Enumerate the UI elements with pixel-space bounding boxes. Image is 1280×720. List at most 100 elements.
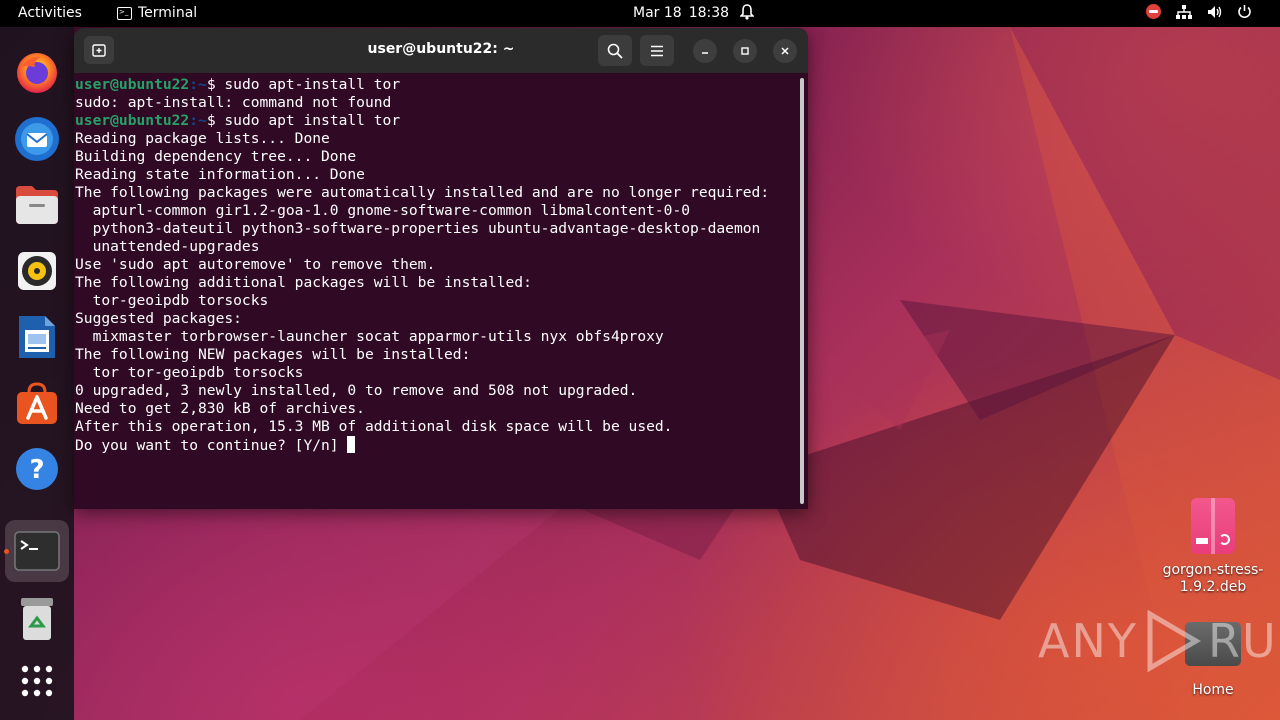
terminal-output-line: The following packages were automaticall… bbox=[75, 184, 800, 202]
app-menu[interactable]: >_ Terminal bbox=[117, 4, 197, 23]
output-text: Need to get 2,830 kB of archives. bbox=[75, 400, 365, 417]
help-icon: ? bbox=[16, 448, 58, 490]
terminal-output-line: Reading package lists... Done bbox=[75, 130, 800, 148]
dock-libreoffice-writer[interactable] bbox=[12, 312, 62, 362]
output-text: After this operation, 15.3 MB of additio… bbox=[75, 418, 673, 435]
bell-icon[interactable] bbox=[739, 4, 755, 26]
system-tray[interactable] bbox=[1146, 4, 1252, 19]
prompt-path: :~ bbox=[189, 112, 207, 129]
home-folder-label: Home bbox=[1192, 682, 1234, 698]
output-text: The following packages were automaticall… bbox=[75, 184, 770, 201]
terminal-output-line: The following NEW packages will be insta… bbox=[75, 346, 800, 364]
do-not-disturb-icon bbox=[1146, 4, 1161, 19]
output-text: The following additional packages will b… bbox=[75, 274, 532, 291]
dock-ubuntu-software[interactable] bbox=[12, 378, 62, 428]
prompt-command: sudo apt-install tor bbox=[224, 76, 401, 93]
prompt-user: user@ubuntu22 bbox=[75, 76, 190, 93]
close-icon bbox=[781, 47, 789, 55]
menu-button[interactable] bbox=[640, 35, 674, 66]
deb-package-icon bbox=[1191, 498, 1235, 554]
watermark-text-right: RUN bbox=[1207, 614, 1280, 668]
terminal-output-line: 0 upgraded, 3 newly installed, 0 to remo… bbox=[75, 382, 800, 400]
app-grid-icon bbox=[21, 665, 53, 697]
output-text: apturl-common gir1.2-goa-1.0 gnome-softw… bbox=[75, 202, 691, 219]
close-button[interactable] bbox=[773, 39, 797, 63]
svg-text:?: ? bbox=[29, 455, 44, 485]
files-icon bbox=[16, 186, 58, 224]
dock-terminal[interactable] bbox=[12, 526, 62, 576]
dock-firefox[interactable] bbox=[12, 48, 62, 98]
output-text: tor-geoipdb torsocks bbox=[75, 292, 269, 309]
maximize-button[interactable] bbox=[733, 39, 757, 63]
prompt-command: sudo apt install tor bbox=[224, 112, 401, 129]
dock-files[interactable] bbox=[12, 180, 62, 230]
maximize-icon bbox=[741, 47, 749, 55]
dock-show-apps[interactable] bbox=[12, 656, 62, 706]
top-bar: Activities >_ Terminal Mar 18 18:38 bbox=[0, 0, 1280, 27]
firefox-icon bbox=[17, 53, 57, 93]
output-text: python3-dateutil python3-software-proper… bbox=[75, 220, 761, 237]
terminal-prompt-line: user@ubuntu22:~$ sudo apt install tor bbox=[75, 112, 800, 130]
play-logo-icon bbox=[1147, 610, 1201, 672]
volume-icon bbox=[1208, 5, 1222, 18]
prompt-user: user@ubuntu22 bbox=[75, 112, 190, 129]
prompt-path: :~ bbox=[189, 76, 207, 93]
search-button[interactable] bbox=[598, 35, 632, 66]
terminal-output-line: python3-dateutil python3-software-proper… bbox=[75, 220, 800, 238]
activities-button[interactable]: Activities bbox=[18, 4, 82, 23]
terminal-output-line: Use 'sudo apt autoremove' to remove them… bbox=[75, 256, 800, 274]
terminal-output-line: The following additional packages will b… bbox=[75, 274, 800, 292]
output-text: sudo: apt-install: command not found bbox=[75, 94, 392, 111]
terminal-output-line: tor tor-geoipdb torsocks bbox=[75, 364, 800, 382]
output-text: The following NEW packages will be insta… bbox=[75, 346, 471, 363]
terminal-output-line: mixmaster torbrowser-launcher socat appa… bbox=[75, 328, 800, 346]
dock-thunderbird[interactable] bbox=[12, 114, 62, 164]
terminal-output-line: Need to get 2,830 kB of archives. bbox=[75, 400, 800, 418]
clock[interactable]: Mar 18 18:38 bbox=[633, 4, 729, 23]
power-icon bbox=[1238, 5, 1251, 19]
rhythmbox-icon bbox=[18, 252, 56, 290]
dock-trash[interactable] bbox=[12, 594, 62, 644]
desktop-file-label: gorgon-stress-1.9.2.deb bbox=[1162, 562, 1264, 595]
terminal-prompt-line: user@ubuntu22:~$ sudo apt-install tor bbox=[75, 76, 800, 94]
terminal-output-line: Suggested packages: bbox=[75, 310, 800, 328]
app-menu-label: Terminal bbox=[138, 5, 198, 21]
text-cursor bbox=[347, 436, 356, 453]
terminal-window[interactable]: user@ubuntu22: ~ user@ubuntu22:~$ sudo a… bbox=[74, 28, 808, 509]
prompt-symbol: $ bbox=[206, 112, 225, 129]
output-text: Do you want to continue? [Y/n] bbox=[75, 437, 348, 454]
dock-rhythmbox[interactable] bbox=[12, 246, 62, 296]
terminal-output-line: Do you want to continue? [Y/n] bbox=[75, 436, 800, 454]
output-text: tor tor-geoipdb torsocks bbox=[75, 364, 304, 381]
output-text: Reading package lists... Done bbox=[75, 130, 330, 147]
trash-icon bbox=[21, 598, 53, 640]
terminal-output-line: Reading state information... Done bbox=[75, 166, 800, 184]
minimize-button[interactable] bbox=[693, 39, 717, 63]
network-icon bbox=[1176, 4, 1192, 19]
clock-date: Mar 18 bbox=[633, 5, 682, 21]
hamburger-icon bbox=[651, 45, 663, 56]
desktop-file-deb[interactable]: gorgon-stress-1.9.2.deb bbox=[1148, 498, 1278, 596]
running-indicator bbox=[4, 549, 9, 554]
output-text: Building dependency tree... Done bbox=[75, 148, 357, 165]
output-text: Reading state information... Done bbox=[75, 166, 365, 183]
terminal-icon bbox=[14, 531, 60, 571]
terminal-output-line: unattended-upgrades bbox=[75, 238, 800, 256]
terminal-output-line: After this operation, 15.3 MB of additio… bbox=[75, 418, 800, 436]
output-text: Suggested packages: bbox=[75, 310, 242, 327]
thunderbird-icon bbox=[15, 117, 59, 161]
terminal-scrollbar[interactable] bbox=[800, 78, 804, 504]
terminal-output[interactable]: user@ubuntu22:~$ sudo apt-install tor sud… bbox=[74, 74, 800, 509]
output-text: mixmaster torbrowser-launcher socat appa… bbox=[75, 328, 664, 345]
terminal-headerbar[interactable]: user@ubuntu22: ~ bbox=[74, 28, 808, 73]
terminal-output-line: tor-geoipdb torsocks bbox=[75, 292, 800, 310]
minimize-icon bbox=[702, 52, 708, 54]
software-icon bbox=[17, 382, 57, 424]
terminal-app-icon: >_ bbox=[117, 7, 132, 20]
terminal-output-line: apturl-common gir1.2-goa-1.0 gnome-softw… bbox=[75, 202, 800, 220]
output-text: Use 'sudo apt autoremove' to remove them… bbox=[75, 256, 436, 273]
writer-icon bbox=[19, 316, 55, 358]
dock-help[interactable]: ? bbox=[12, 444, 62, 494]
output-text: unattended-upgrades bbox=[75, 238, 260, 255]
dock: ? bbox=[0, 27, 74, 720]
